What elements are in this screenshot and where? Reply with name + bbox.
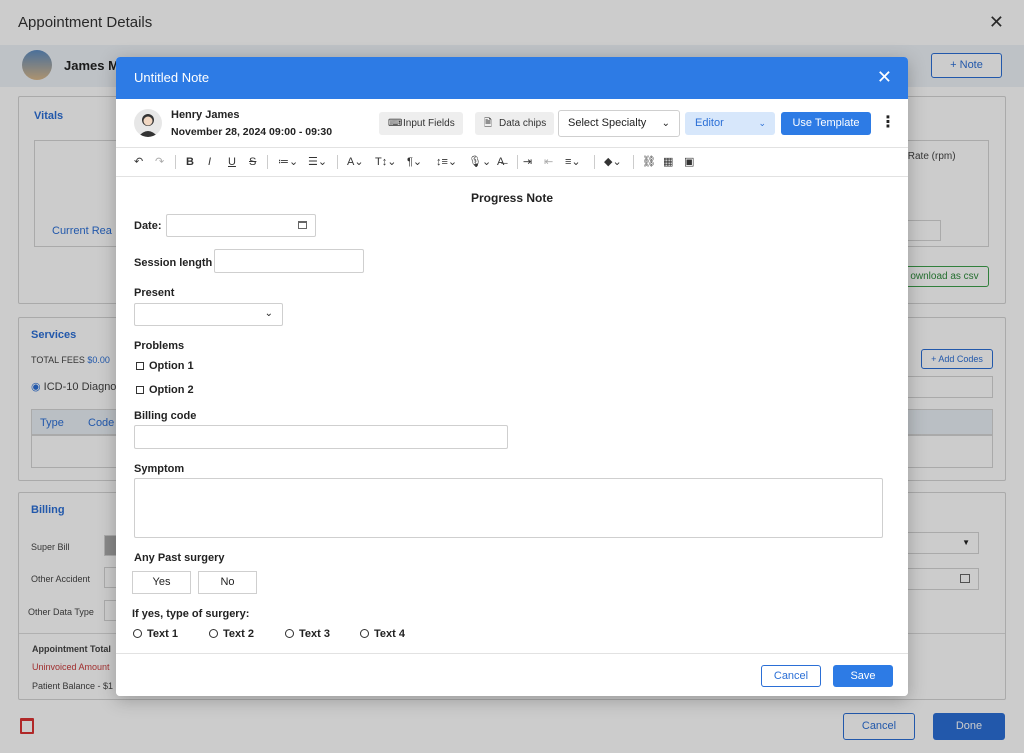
bold-icon[interactable]: B [186,155,194,169]
session-length-input[interactable] [214,249,364,273]
strikethrough-icon[interactable]: S [249,155,256,169]
date-label: Date: [134,220,162,232]
toolbar-divider [517,155,518,169]
table-icon[interactable]: ▦ [663,155,673,169]
align-icon[interactable]: ≡⌄ [565,155,581,169]
symptom-label: Symptom [134,463,185,475]
indent-icon[interactable]: ⇥ [523,155,532,169]
outdent-icon[interactable]: ⇤ [544,155,553,169]
no-button[interactable]: No [198,571,257,594]
note-topbar: Henry James November 28, 2024 09:00 - 09… [116,99,908,148]
specialty-select[interactable]: Select Specialty ⌄ [558,110,680,137]
text4-radio[interactable] [360,629,369,638]
option2-checkbox[interactable] [136,386,144,394]
option1-label: Option 1 [149,360,194,372]
data-chips-button[interactable]: 🗎 Data chips [475,112,555,135]
input-fields-button[interactable]: ⌨ Input Fields [379,112,463,135]
input-fields-label: Input Fields [403,118,455,129]
specialty-value: Select Specialty [568,117,647,129]
save-button[interactable]: Save [833,665,893,687]
yes-button[interactable]: Yes [132,571,191,594]
note-document: Progress Note Date: Session length Prese… [116,177,908,653]
toolbar-divider [337,155,338,169]
option2-label: Option 2 [149,384,194,396]
text2-radio[interactable] [209,629,218,638]
paragraph-icon[interactable]: ¶⌄ [407,155,422,169]
surgery-type-label: If yes, type of surgery: [132,608,250,620]
text2-label: Text 2 [223,628,254,640]
text4-label: Text 4 [374,628,405,640]
more-icon[interactable]: ⋮ [880,111,896,135]
redo-icon[interactable]: ↷ [155,155,164,169]
present-select[interactable]: ⌄ [134,303,283,326]
problems-label: Problems [134,340,185,352]
present-label: Present [134,287,175,299]
option1-checkbox[interactable] [136,362,144,370]
form-icon: ⌨ [388,118,403,129]
highlight-icon[interactable]: ◆⌄ [604,155,622,169]
provider-avatar [134,109,162,137]
text3-label: Text 3 [299,628,330,640]
text1-radio[interactable] [133,629,142,638]
chevron-down-icon: ⌄ [661,118,670,129]
document-title: Progress Note [470,191,554,205]
chevron-down-icon: ⌄ [758,118,766,128]
cancel-button[interactable]: Cancel [761,665,821,687]
data-chips-label: Data chips [499,118,547,129]
note-modal: Untitled Note ✕ Henry James November 28,… [116,57,908,696]
symptom-textarea[interactable] [134,478,883,538]
text1-label: Text 1 [147,628,178,640]
chevron-down-icon: ⌄ [264,308,273,319]
italic-icon[interactable]: I [208,155,211,169]
text3-radio[interactable] [285,629,294,638]
modal-footer: Cancel Save [116,653,908,696]
image-icon[interactable]: ▣ [684,155,694,169]
spellcheck-icon[interactable]: A̶ [497,155,504,169]
past-surgery-label: Any Past surgery [134,552,225,564]
undo-icon[interactable]: ↶ [134,155,143,169]
bullet-list-icon[interactable]: ≔⌄ [278,155,298,169]
session-length-label: Session length [134,257,213,269]
provider-name: Henry James [171,109,240,121]
font-size-icon[interactable]: T↕⌄ [375,155,396,169]
date-input[interactable] [166,214,316,237]
calendar-icon [298,221,307,229]
appointment-time: November 28, 2024 09:00 - 09:30 [171,126,333,138]
use-template-button[interactable]: Use Template [781,112,871,135]
editor-toolbar: ↶ ↷ B I U S ≔⌄ ☰⌄ A⌄ T↕⌄ ¶⌄ ↕≡⌄ 🎙⌄ A̶ ⇥ … [116,148,908,177]
line-height-icon[interactable]: ↕≡⌄ [436,155,457,169]
billing-code-input[interactable] [134,425,508,449]
toolbar-divider [594,155,595,169]
numbered-list-icon[interactable]: ☰⌄ [308,155,327,169]
modal-header: Untitled Note ✕ [116,57,908,99]
editor-label: Editor [695,117,724,129]
toolbar-divider [633,155,634,169]
editor-dropdown[interactable]: Editor ⌄ [685,112,775,135]
billing-code-label: Billing code [134,410,197,422]
file-icon: 🗎 [484,118,493,129]
underline-icon[interactable]: U [228,155,236,169]
link-icon[interactable]: ⛓ [642,155,656,169]
font-color-icon[interactable]: A⌄ [347,155,364,169]
close-icon[interactable]: ✕ [877,67,892,88]
toolbar-divider [267,155,268,169]
microphone-icon[interactable]: 🎙⌄ [468,155,491,169]
modal-title: Untitled Note [134,70,210,85]
toolbar-divider [175,155,176,169]
